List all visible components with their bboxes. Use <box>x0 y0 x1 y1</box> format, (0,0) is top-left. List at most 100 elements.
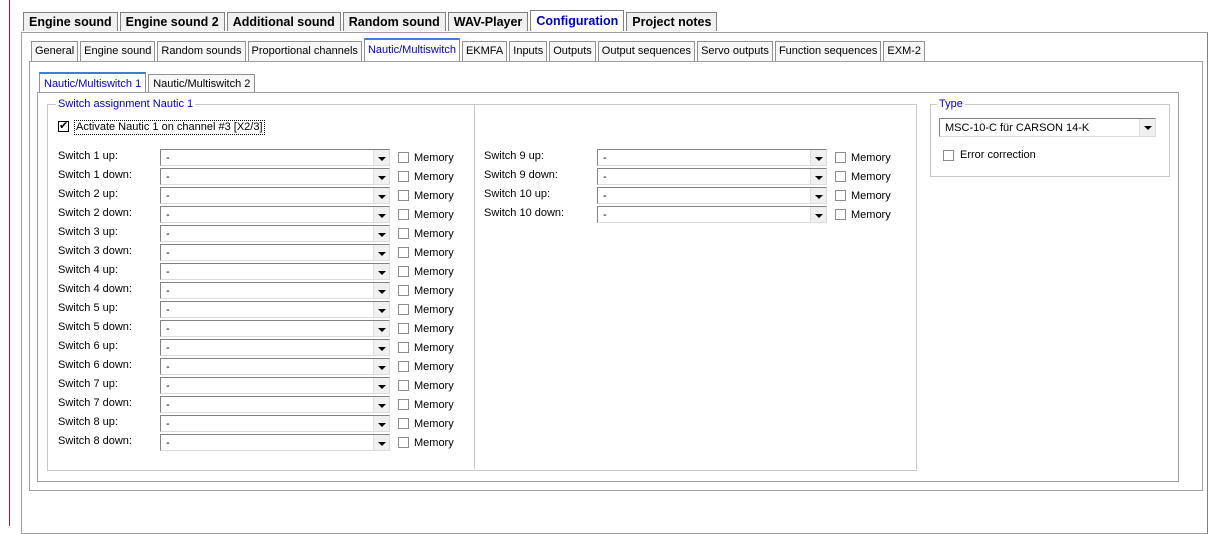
chevron-down-icon[interactable] <box>373 302 389 317</box>
switch-select[interactable]: - <box>160 244 390 261</box>
switch-select[interactable]: - <box>160 168 390 185</box>
memory-label[interactable]: Memory <box>414 322 454 336</box>
chevron-down-icon[interactable] <box>1139 119 1155 136</box>
memory-label[interactable]: Memory <box>414 265 454 279</box>
memory-checkbox[interactable] <box>398 247 409 258</box>
switch-select[interactable]: - <box>160 206 390 223</box>
main-tab-configuration[interactable]: Configuration <box>530 10 625 31</box>
chevron-down-icon[interactable] <box>810 169 826 184</box>
switch-select[interactable]: - <box>160 301 390 318</box>
config-tab-output-sequences[interactable]: Output sequences <box>597 41 696 61</box>
memory-label[interactable]: Memory <box>414 151 454 165</box>
main-tab-additional-sound[interactable]: Additional sound <box>226 12 341 31</box>
config-tab-nautic-multiswitch[interactable]: Nautic/Multiswitch <box>363 38 460 61</box>
switch-select[interactable]: - <box>160 263 390 280</box>
chevron-down-icon[interactable] <box>373 169 389 184</box>
memory-checkbox[interactable] <box>398 380 409 391</box>
error-correction-checkbox[interactable] <box>943 150 954 161</box>
memory-label[interactable]: Memory <box>414 379 454 393</box>
chevron-down-icon[interactable] <box>373 283 389 298</box>
chevron-down-icon[interactable] <box>373 416 389 431</box>
memory-label[interactable]: Memory <box>414 398 454 412</box>
config-tab-function-sequences[interactable]: Function sequences <box>774 41 882 61</box>
memory-label[interactable]: Memory <box>414 303 454 317</box>
chevron-down-icon[interactable] <box>373 340 389 355</box>
memory-checkbox[interactable] <box>398 399 409 410</box>
switch-select[interactable]: - <box>160 396 390 413</box>
memory-checkbox[interactable] <box>398 418 409 429</box>
memory-label[interactable]: Memory <box>851 170 891 184</box>
memory-label[interactable]: Memory <box>414 189 454 203</box>
chevron-down-icon[interactable] <box>373 378 389 393</box>
memory-label[interactable]: Memory <box>851 208 891 222</box>
memory-label[interactable]: Memory <box>414 208 454 222</box>
memory-checkbox[interactable] <box>398 190 409 201</box>
memory-checkbox[interactable] <box>398 152 409 163</box>
config-tab-general[interactable]: General <box>31 41 79 61</box>
memory-checkbox[interactable] <box>398 266 409 277</box>
config-tab-ekmfa[interactable]: EKMFA <box>461 41 508 61</box>
config-tab-inputs[interactable]: Inputs <box>509 41 548 61</box>
main-tab-engine-sound-2[interactable]: Engine sound 2 <box>119 12 225 31</box>
chevron-down-icon[interactable] <box>373 397 389 412</box>
config-tab-proportional-channels[interactable]: Proportional channels <box>247 41 362 61</box>
memory-label[interactable]: Memory <box>414 360 454 374</box>
nautic-tab-2[interactable]: Nautic/Multiswitch 2 <box>148 74 256 93</box>
chevron-down-icon[interactable] <box>373 321 389 336</box>
switch-select[interactable]: - <box>160 339 390 356</box>
switch-select[interactable]: - <box>160 225 390 242</box>
main-tab-random-sound[interactable]: Random sound <box>342 12 446 31</box>
config-tab-engine-sound[interactable]: Engine sound <box>80 41 156 61</box>
chevron-down-icon[interactable] <box>373 207 389 222</box>
memory-label[interactable]: Memory <box>414 284 454 298</box>
memory-label[interactable]: Memory <box>414 417 454 431</box>
memory-label[interactable]: Memory <box>851 151 891 165</box>
main-tab-project-notes[interactable]: Project notes <box>626 12 718 31</box>
config-tab-random-sounds[interactable]: Random sounds <box>157 41 246 61</box>
nautic-tab-1[interactable]: Nautic/Multiswitch 1 <box>39 72 147 94</box>
memory-label[interactable]: Memory <box>414 246 454 260</box>
config-tab-exm-2[interactable]: EXM-2 <box>883 41 926 61</box>
switch-select[interactable]: - <box>160 282 390 299</box>
chevron-down-icon[interactable] <box>373 150 389 165</box>
switch-select[interactable]: - <box>160 320 390 337</box>
memory-checkbox[interactable] <box>835 190 846 201</box>
memory-checkbox[interactable] <box>835 171 846 182</box>
chevron-down-icon[interactable] <box>810 150 826 165</box>
chevron-down-icon[interactable] <box>373 264 389 279</box>
chevron-down-icon[interactable] <box>810 188 826 203</box>
memory-label[interactable]: Memory <box>414 341 454 355</box>
switch-select[interactable]: - <box>597 206 827 223</box>
memory-label[interactable]: Memory <box>414 227 454 241</box>
chevron-down-icon[interactable] <box>373 226 389 241</box>
memory-checkbox[interactable] <box>835 152 846 163</box>
chevron-down-icon[interactable] <box>373 188 389 203</box>
switch-select[interactable]: - <box>597 187 827 204</box>
memory-checkbox[interactable] <box>398 342 409 353</box>
memory-checkbox[interactable] <box>398 228 409 239</box>
switch-select[interactable]: - <box>160 377 390 394</box>
chevron-down-icon[interactable] <box>373 359 389 374</box>
memory-checkbox[interactable] <box>398 304 409 315</box>
memory-checkbox[interactable] <box>398 171 409 182</box>
memory-checkbox[interactable] <box>398 209 409 220</box>
memory-checkbox[interactable] <box>398 361 409 372</box>
main-tab-wav-player[interactable]: WAV-Player <box>447 12 529 31</box>
memory-checkbox[interactable] <box>398 323 409 334</box>
error-correction-label[interactable]: Error correction <box>960 148 1036 162</box>
config-tab-servo-outputs[interactable]: Servo outputs <box>697 41 773 61</box>
switch-select[interactable]: - <box>160 434 390 451</box>
switch-select[interactable]: - <box>597 168 827 185</box>
memory-label[interactable]: Memory <box>414 436 454 450</box>
switch-select[interactable]: - <box>160 149 390 166</box>
chevron-down-icon[interactable] <box>373 245 389 260</box>
chevron-down-icon[interactable] <box>373 435 389 450</box>
switch-select[interactable]: - <box>160 415 390 432</box>
memory-label[interactable]: Memory <box>414 170 454 184</box>
activate-nautic-label[interactable]: Activate Nautic 1 on channel #3 [X2/3] <box>74 120 265 135</box>
memory-label[interactable]: Memory <box>851 189 891 203</box>
switch-select[interactable]: - <box>160 358 390 375</box>
config-tab-outputs[interactable]: Outputs <box>549 41 596 61</box>
type-select[interactable]: MSC-10-C für CARSON 14-K <box>939 118 1156 137</box>
switch-select[interactable]: - <box>597 149 827 166</box>
